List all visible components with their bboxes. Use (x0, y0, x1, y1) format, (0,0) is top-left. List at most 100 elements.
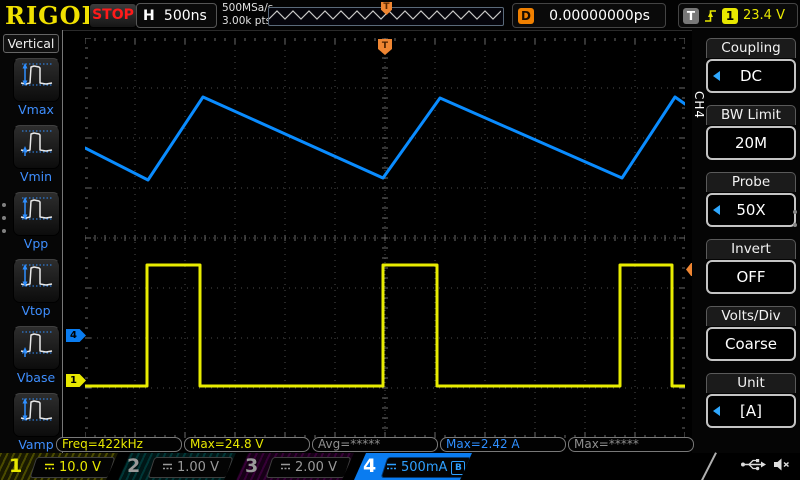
measure-button-vmax[interactable]: Vmax (12, 58, 60, 117)
menu-item-label: Coupling (706, 38, 796, 58)
channel-4-status[interactable]: 4500mAB (354, 453, 472, 480)
channel-scale-box: 2.00 V (266, 457, 352, 478)
trigger-source-badge: 1 (722, 8, 738, 24)
trigger-label: T (683, 8, 699, 24)
delay-value: 0.00000000ps (534, 8, 665, 24)
menu-item-probe[interactable]: Probe 50X (706, 172, 796, 227)
menu-item-unit[interactable]: Unit [A] (706, 373, 796, 428)
trigger-slope-icon (704, 8, 717, 24)
ch4-ground-marker[interactable]: 4 (66, 329, 86, 342)
menu-item-volts-div[interactable]: Volts/Div Coarse (706, 306, 796, 361)
left-menu-title: Vertical (3, 34, 59, 53)
channel-status-bar: 1 10.0 V 2 1.00 V 32.00 V4500mAB (0, 453, 800, 480)
menu-item-label: BW Limit (706, 105, 796, 125)
trigger-level-value: 23.4 V (743, 8, 785, 23)
channel-number: 2 (127, 453, 140, 480)
measurement-readout: Max=***** (568, 437, 694, 452)
measure-button-vtop[interactable]: Vtop (12, 259, 60, 318)
measure-button-vmin[interactable]: Vmin (12, 125, 60, 184)
top-status-bar: RIGOL STOP H 500ns 500MSa/s 3.00k pts T … (0, 0, 800, 31)
measure-label: Vbase (12, 370, 60, 385)
ch1-ground-marker[interactable]: 1 (66, 374, 86, 387)
rigol-logo: RIGOL (5, 1, 99, 30)
menu-item-label: Probe (706, 172, 796, 192)
selected-arrow-icon (713, 205, 720, 215)
trigger-status-box[interactable]: T 1 23.4 V (678, 3, 798, 28)
usb-icon (740, 458, 766, 471)
channel-scale-box: 1.00 V (148, 457, 234, 478)
memory-depth: 3.00k pts (222, 15, 273, 28)
measure-label: Vmin (12, 169, 60, 184)
measure-button-vamp[interactable]: Vamp (12, 393, 60, 452)
menu-item-label: Unit (706, 373, 796, 393)
measurement-readout-bar: Freq=422kHzMax=24.8 VAvg=*****Max=2.42 A… (56, 437, 694, 452)
menu-item-value[interactable]: [A] (706, 394, 796, 428)
measurement-readout: Max=24.8 V (184, 437, 310, 452)
menu-item-value[interactable]: OFF (706, 260, 796, 294)
menu-item-value[interactable]: DC (706, 59, 796, 93)
selected-arrow-icon (713, 71, 720, 81)
waveform-display-grid: T (85, 38, 685, 438)
menu-page-dot (2, 229, 6, 233)
channel-scale-box: 500mAB (381, 457, 472, 478)
acquisition-info: 500MSa/s 3.00k pts (222, 2, 273, 28)
channel-scale-box: 10.0 V (30, 457, 116, 478)
menu-item-label: Invert (706, 239, 796, 259)
menu-value-text: Coarse (725, 335, 777, 353)
measure-label: Vtop (12, 303, 60, 318)
menu-value-text: OFF (736, 268, 765, 286)
measure-button-vpp[interactable]: Vpp (12, 192, 60, 251)
measurement-readout: Freq=422kHz (56, 437, 182, 452)
menu-item-value[interactable]: Coarse (706, 327, 796, 361)
timebase-value: 500ns (155, 8, 216, 24)
vmin-icon (13, 125, 60, 169)
measure-label: Vmax (12, 102, 60, 117)
horizontal-timebase-box[interactable]: H 500ns (136, 3, 217, 28)
vpp-icon (13, 192, 60, 236)
channel-tab-label: CH4 (692, 70, 706, 140)
menu-item-value[interactable]: 20M (706, 126, 796, 160)
dc-coupling-icon (386, 460, 397, 475)
menu-page-dot (793, 223, 797, 227)
menu-item-coupling[interactable]: Coupling DC (706, 38, 796, 93)
menu-value-text: 20M (735, 134, 767, 152)
menu-item-value[interactable]: 50X (706, 193, 796, 227)
delay-icon: D (518, 8, 534, 24)
selected-arrow-icon (713, 406, 720, 416)
menu-value-text: [A] (740, 402, 762, 420)
sample-rate: 500MSa/s (222, 2, 273, 15)
measure-button-vbase[interactable]: Vbase (12, 326, 60, 385)
measurement-readout: Avg=***** (312, 437, 438, 452)
dc-coupling-icon (44, 460, 55, 475)
oscilloscope-screen: RIGOL STOP H 500ns 500MSa/s 3.00k pts T … (0, 0, 800, 480)
menu-value-text: DC (740, 67, 762, 85)
menu-page-dot (2, 203, 6, 207)
vmax-icon (13, 58, 60, 102)
menu-item-invert[interactable]: Invert OFF (706, 239, 796, 294)
menu-item-bw-limit[interactable]: BW Limit 20M (706, 105, 796, 160)
menu-item-label: Volts/Div (706, 306, 796, 326)
menu-page-dot (2, 216, 6, 220)
measure-label: Vpp (12, 236, 60, 251)
vtop-icon (13, 259, 60, 303)
svg-text:T: T (382, 41, 389, 51)
channel-scale: 1.00 V (177, 460, 219, 475)
vertical-measure-sidebar: Vertical Vmax Vmin Vpp Vtop Vbase Vamp (0, 30, 63, 453)
channel-menu-sidebar: CH4 Coupling DC BW Limit 20M Probe 50X Invert O… (692, 30, 800, 453)
channel-scale: 10.0 V (59, 460, 101, 475)
waveform-preview-bar[interactable]: T (268, 7, 504, 26)
vamp-icon (13, 393, 60, 437)
run-stop-status[interactable]: STOP (89, 3, 137, 28)
measure-label: Vamp (12, 437, 60, 452)
channel-number: 1 (9, 453, 22, 480)
channel-3-status[interactable]: 32.00 V (236, 453, 354, 480)
status-icons (740, 458, 790, 471)
horizontal-label: H (143, 8, 155, 24)
bw-limit-badge: B (452, 461, 466, 475)
speaker-muted-icon (773, 458, 790, 471)
channel-2-status[interactable]: 2 1.00 V (118, 453, 236, 480)
menu-value-text: 50X (736, 201, 765, 219)
channel-1-status[interactable]: 1 10.0 V (0, 453, 118, 480)
trigger-delay-box[interactable]: D 0.00000000ps (512, 3, 666, 28)
dc-coupling-icon (162, 460, 173, 475)
